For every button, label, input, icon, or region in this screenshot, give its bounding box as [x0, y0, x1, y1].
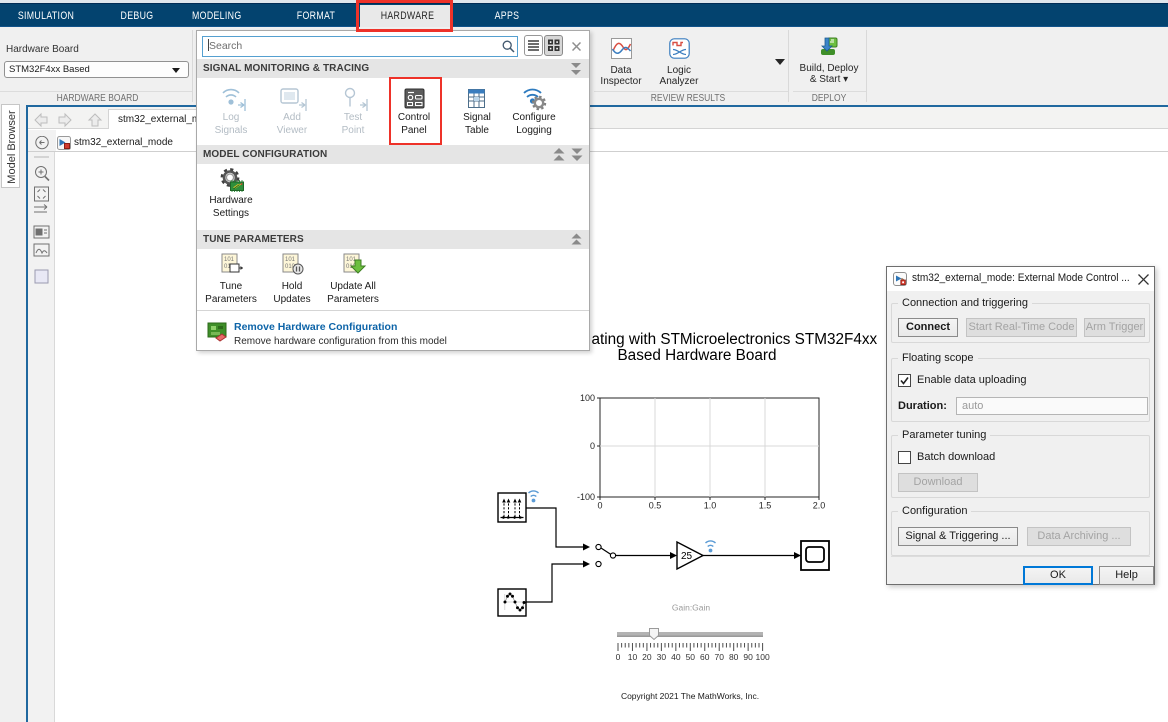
svg-text:0: 0 [597, 501, 602, 511]
svg-text:-100: -100 [577, 492, 595, 502]
svg-text:60: 60 [700, 652, 710, 662]
svg-text:20: 20 [642, 652, 652, 662]
svg-text:0: 0 [616, 652, 621, 662]
svg-text:101: 101 [285, 257, 296, 263]
svg-text:70: 70 [714, 652, 724, 662]
svg-text:40: 40 [671, 652, 681, 662]
svg-text:30: 30 [657, 652, 667, 662]
svg-text:100: 100 [580, 393, 595, 403]
svg-text:1.0: 1.0 [704, 501, 717, 511]
svg-text:0: 0 [590, 441, 595, 451]
svg-text:0.5: 0.5 [649, 501, 662, 511]
svg-text:50: 50 [686, 652, 696, 662]
svg-text:1.5: 1.5 [759, 501, 772, 511]
svg-text:100: 100 [756, 652, 770, 662]
svg-text:80: 80 [729, 652, 739, 662]
svg-text:90: 90 [743, 652, 753, 662]
svg-text:101: 101 [224, 257, 235, 263]
svg-text:10: 10 [628, 652, 638, 662]
svg-text:25: 25 [681, 551, 693, 562]
svg-text:2.0: 2.0 [813, 501, 826, 511]
svg-text:Gain:Gain: Gain:Gain [672, 603, 711, 613]
